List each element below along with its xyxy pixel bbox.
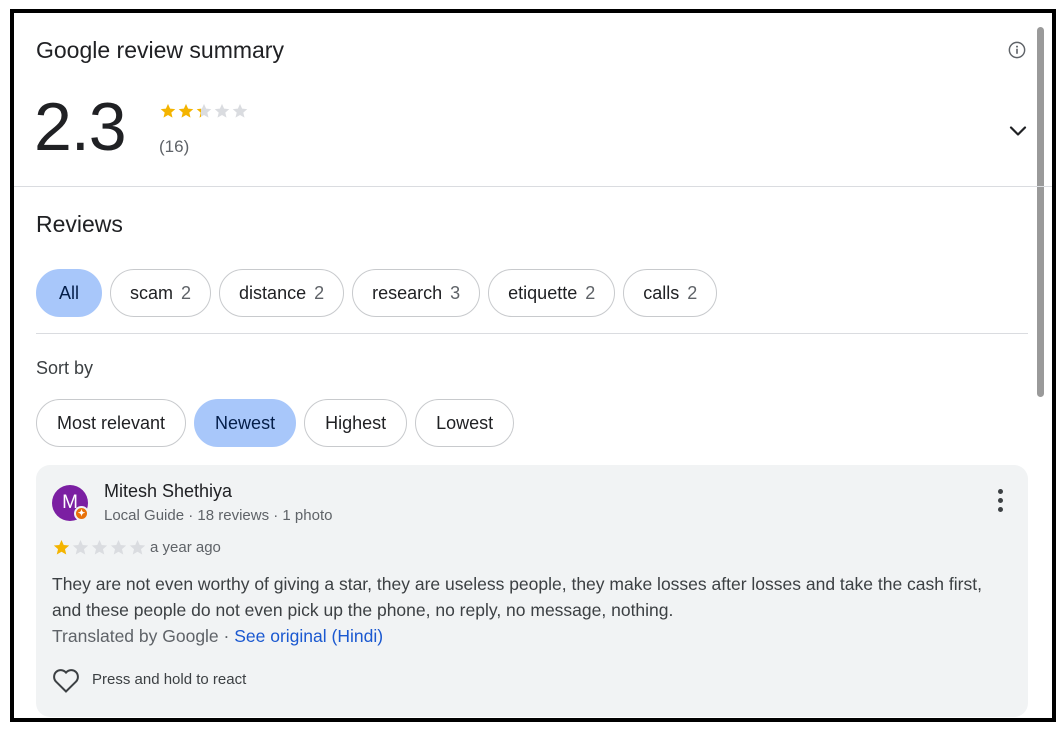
- summary-star-rating: [159, 102, 249, 120]
- star-icon: [91, 539, 108, 555]
- sort-chip-label: Lowest: [436, 412, 494, 433]
- topic-chip-etiquette[interactable]: etiquette 2: [488, 269, 616, 317]
- star-icon: [53, 539, 70, 555]
- review-text: They are not even worthy of giving a sta…: [52, 574, 982, 620]
- reviews-heading: Reviews: [36, 211, 123, 237]
- topic-chip-label: All: [59, 282, 80, 303]
- star-icon: [178, 103, 194, 118]
- topic-chip-all[interactable]: All: [36, 269, 103, 317]
- divider: [36, 333, 1028, 334]
- topic-chip-count: 3: [450, 282, 461, 303]
- topic-chip-label: etiquette: [508, 282, 578, 303]
- topic-chip-label: distance: [239, 282, 307, 303]
- sort-most-relevant-chip[interactable]: Most relevant: [36, 399, 187, 447]
- chevron-down-icon[interactable]: [1006, 119, 1030, 143]
- topic-chip-count: 2: [687, 282, 698, 303]
- topic-chip-label: scam: [130, 282, 174, 303]
- topic-filter-chips: All scam 2 distance 2 research 3 etiquet…: [36, 269, 718, 317]
- topic-chip-research[interactable]: research 3: [352, 269, 481, 317]
- review-star-rating: [52, 538, 147, 557]
- translated-by-label: Translated by Google ·: [52, 626, 235, 646]
- sort-chips: Most relevant Newest Highest Lowest: [36, 399, 515, 447]
- sort-chip-label: Most relevant: [57, 412, 166, 433]
- react-hint: Press and hold to react: [92, 671, 247, 688]
- see-original-link[interactable]: See original (Hindi): [234, 626, 383, 646]
- sort-highest-chip[interactable]: Highest: [304, 399, 408, 447]
- more-options-icon[interactable]: [996, 489, 1004, 515]
- topic-chip-label: research: [372, 282, 443, 303]
- review-author[interactable]: Mitesh Shethiya: [104, 481, 232, 502]
- topic-chip-label: calls: [643, 282, 680, 303]
- star-icon: [232, 103, 248, 118]
- summary-title: Google review summary: [36, 37, 284, 63]
- star-icon: [72, 539, 89, 555]
- local-guide-badge-icon: ✦: [74, 506, 89, 521]
- star-icon: [196, 103, 212, 118]
- topic-chip-count: 2: [314, 282, 325, 303]
- topic-chip-calls[interactable]: calls 2: [623, 269, 718, 317]
- divider: [14, 186, 1052, 187]
- review-time: a year ago: [150, 539, 221, 556]
- heart-icon[interactable]: [52, 668, 80, 694]
- topic-chip-scam[interactable]: scam 2: [110, 269, 212, 317]
- topic-chip-count: 2: [585, 282, 596, 303]
- info-icon[interactable]: [1008, 41, 1026, 59]
- review-count: (16): [159, 137, 190, 156]
- sort-by-label: Sort by: [36, 358, 94, 378]
- sort-lowest-chip[interactable]: Lowest: [415, 399, 515, 447]
- review-card: M ✦ Mitesh Shethiya Local Guide · 18 rev…: [36, 465, 1028, 717]
- star-icon: [160, 103, 176, 118]
- sort-chip-label: Highest: [325, 412, 387, 433]
- scrollbar[interactable]: [1037, 27, 1044, 397]
- review-panel: Google review summary 2.3 (16) Reviews A…: [10, 9, 1056, 722]
- star-icon: [110, 539, 127, 555]
- star-icon: [214, 103, 230, 118]
- average-rating: 2.3: [34, 89, 127, 165]
- topic-chip-count: 2: [181, 282, 192, 303]
- review-author-meta: Local Guide · 18 reviews · 1 photo: [104, 507, 333, 524]
- star-icon: [129, 539, 146, 555]
- translation-note: Translated by Google · See original (Hin…: [52, 626, 383, 647]
- sort-newest-chip[interactable]: Newest: [194, 399, 297, 447]
- topic-chip-distance[interactable]: distance 2: [219, 269, 345, 317]
- sort-chip-label: Newest: [215, 412, 276, 433]
